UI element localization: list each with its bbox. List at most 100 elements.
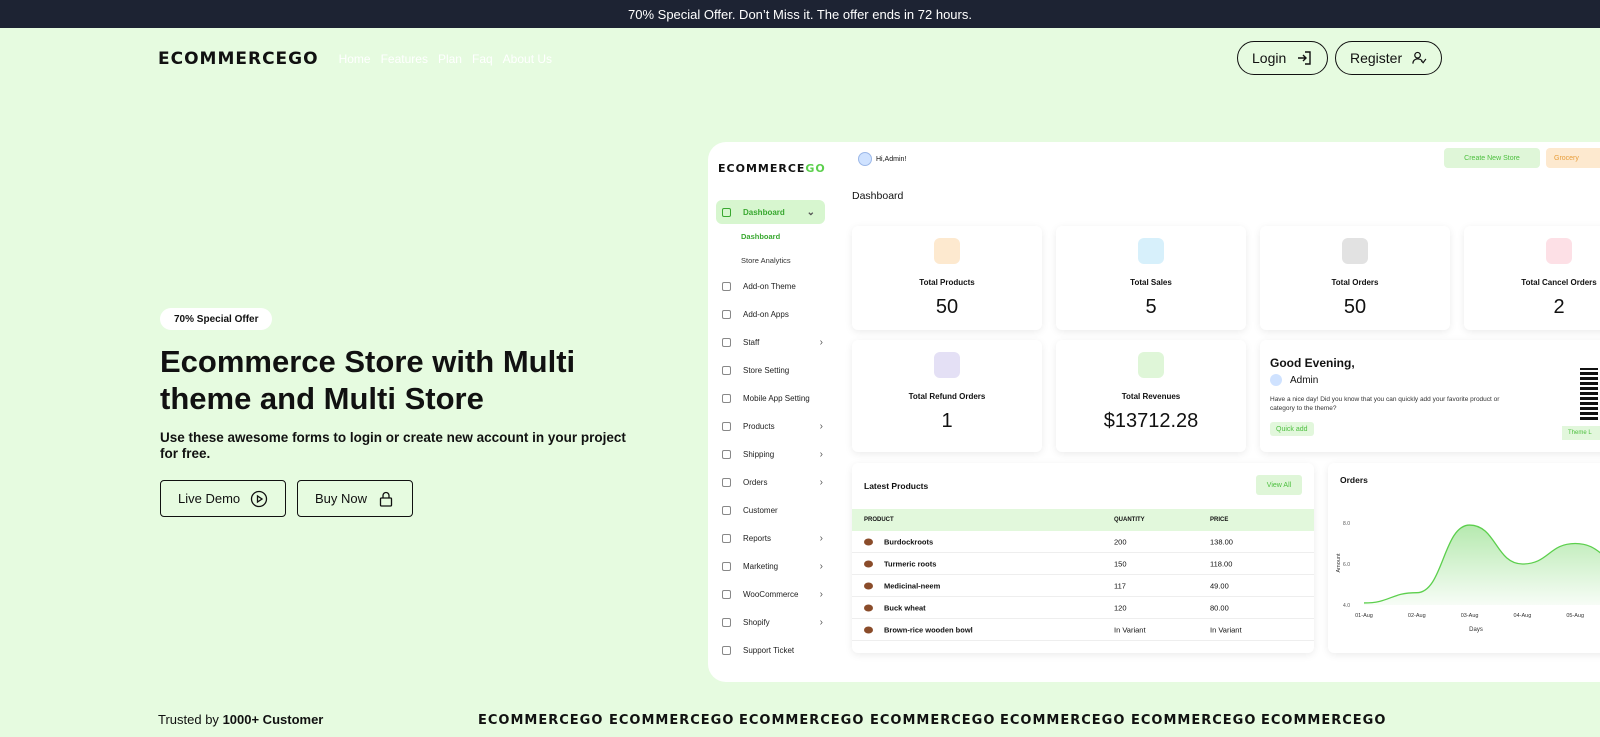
admin-name: Admin [1290, 374, 1319, 386]
sidebar-sub-analytics[interactable]: Store Analytics [708, 248, 833, 272]
product-thumb [864, 582, 873, 589]
partner-logo: ECOMMERCEGO [478, 713, 604, 728]
sidebar-item-shopify[interactable]: Shopify › [708, 608, 833, 636]
bar-chart-icon [722, 533, 731, 543]
orders-chart-card: Orders 8.0 6.0 4.0 01-Aug 02-Aug 03-Aug 04-Aug… [1328, 463, 1600, 653]
y-tick-label: 4.0 [1343, 603, 1350, 609]
grid-icon [722, 309, 731, 319]
register-label: Register [1350, 50, 1403, 66]
chevron-right-icon: › [819, 532, 823, 544]
table-row[interactable]: Buck wheat 120 80.00 [852, 597, 1314, 619]
sidebar-label: Staff [743, 337, 760, 347]
stat-card-total-cancel-orders: Total Cancel Orders 2 [1464, 226, 1600, 330]
trusted-by: Trusted by 1000+ Customer [158, 712, 323, 727]
nav-item-home[interactable]: Home [339, 52, 371, 66]
latest-products-title: Latest Products [864, 481, 929, 491]
buy-now-button[interactable]: Buy Now [297, 480, 414, 517]
sidebar-item-shipping[interactable]: Shipping › [708, 440, 833, 468]
table-row[interactable]: Burdockroots 200 138.00 [852, 531, 1314, 553]
sidebar-item-support-ticket[interactable]: Support Ticket [708, 636, 833, 664]
sidebar-item-store-setting[interactable]: Store Setting [708, 356, 833, 384]
sidebar-sub-dashboard[interactable]: Dashboard [708, 224, 833, 248]
stat-value: $13712.28 [1103, 410, 1199, 432]
admin-avatar [858, 152, 872, 166]
sidebar-label: Shopify [743, 617, 770, 627]
user-icon [722, 505, 731, 515]
sidebar-item-addon-theme[interactable]: Add-on Theme [708, 272, 833, 300]
partner-logo: ECOMMERCEGO [739, 713, 865, 728]
product-name: Burdockroots [884, 537, 934, 546]
header-price: PRICE [1210, 517, 1229, 523]
sidebar-item-marketing[interactable]: Marketing › [708, 552, 833, 580]
theme-link-button[interactable]: Theme L [1562, 426, 1600, 440]
stat-card-total-products: Total Products 50 [852, 226, 1042, 330]
product-price: 138.00 [1210, 537, 1233, 546]
brand-logo[interactable]: ECOMMERCEGO [158, 49, 319, 69]
sidebar-item-staff[interactable]: Staff › [708, 328, 833, 356]
chevron-right-icon: › [819, 420, 823, 432]
sidebar-item-mobile-app[interactable]: Mobile App Setting [708, 384, 833, 412]
product-price: 80.00 [1210, 603, 1229, 612]
sidebar: Dashboard ⌄ Dashboard Store Analytics Add… [708, 200, 833, 664]
ticket-icon [722, 645, 731, 655]
sidebar-item-addon-apps[interactable]: Add-on Apps [708, 300, 833, 328]
chevron-right-icon: › [819, 616, 823, 628]
sidebar-item-orders[interactable]: Orders › [708, 468, 833, 496]
stat-label: Total Orders [1331, 278, 1379, 287]
product-name: Buck wheat [884, 603, 926, 612]
y-tick-label: 8.0 [1343, 521, 1350, 527]
nav-item-features[interactable]: Features [381, 52, 428, 66]
stat-label: Total Revenues [1121, 392, 1181, 401]
partner-logo: ECOMMERCEGO [1131, 713, 1257, 728]
x-tick-label: 02-Aug [1408, 613, 1426, 619]
chevron-right-icon: › [819, 560, 823, 572]
greeting-message: Have a nice day! Did you know that you c… [1270, 396, 1500, 412]
sidebar-label: Dashboard [743, 207, 785, 217]
admin-greeting: Hi,Admin! [876, 155, 907, 163]
login-label: Login [1252, 50, 1287, 66]
partner-logo: ECOMMERCEGO [1000, 713, 1126, 728]
partner-logo: ECOMMERCEGO [1261, 713, 1387, 728]
sidebar-label: Add-on Theme [743, 281, 796, 291]
nav-item-about-us[interactable]: About Us [503, 52, 552, 66]
admin-menu[interactable]: Hi,Admin! [858, 152, 906, 166]
store-select[interactable]: Grocery [1546, 148, 1600, 168]
sidebar-item-dashboard[interactable]: Dashboard ⌄ [716, 200, 825, 224]
wallet-icon [934, 352, 960, 378]
login-button[interactable]: Login [1237, 41, 1328, 75]
trusted-count: 1000+ Customer [222, 712, 324, 727]
quick-add-button[interactable]: Quick add [1270, 422, 1314, 436]
view-all-button[interactable]: View All [1256, 475, 1302, 495]
box-icon [934, 238, 960, 264]
nav-item-faq[interactable]: Faq [472, 52, 493, 66]
megaphone-icon [722, 561, 731, 571]
product-thumb [864, 626, 873, 633]
woocommerce-icon [722, 589, 731, 599]
dashboard-logo: ECOMMERCEGO [718, 162, 826, 175]
lock-icon [379, 491, 393, 507]
nav-item-plan[interactable]: Plan [438, 52, 462, 66]
sidebar-label: Store Setting [743, 365, 790, 375]
create-store-button[interactable]: Create New Store [1444, 148, 1540, 168]
list-icon [722, 421, 731, 431]
sidebar-item-reports[interactable]: Reports › [708, 524, 833, 552]
product-name: Turmeric roots [884, 559, 937, 568]
table-row[interactable]: Brown-rice wooden bowl In Variant In Varia… [852, 619, 1314, 641]
live-demo-button[interactable]: Live Demo [160, 480, 287, 517]
orders-icon [1342, 238, 1368, 264]
y-axis-label: Amount [1336, 553, 1342, 572]
sidebar-label: Add-on Apps [743, 309, 789, 319]
buy-now-label: Buy Now [315, 491, 368, 506]
sidebar-item-customer[interactable]: Customer [708, 496, 833, 524]
sidebar-label: Marketing [743, 561, 779, 571]
cancel-icon [1546, 238, 1572, 264]
x-axis-label: Days [1469, 627, 1483, 633]
chevron-right-icon: › [819, 336, 823, 348]
y-tick-label: 6.0 [1343, 562, 1350, 568]
register-button[interactable]: Register [1335, 41, 1442, 75]
chevron-right-icon: › [819, 588, 823, 600]
table-row[interactable]: Medicinal-neem 117 49.00 [852, 575, 1314, 597]
sidebar-item-products[interactable]: Products › [708, 412, 833, 440]
sidebar-item-woocommerce[interactable]: WooCommerce › [708, 580, 833, 608]
table-row[interactable]: Turmeric roots 150 118.00 [852, 553, 1314, 575]
